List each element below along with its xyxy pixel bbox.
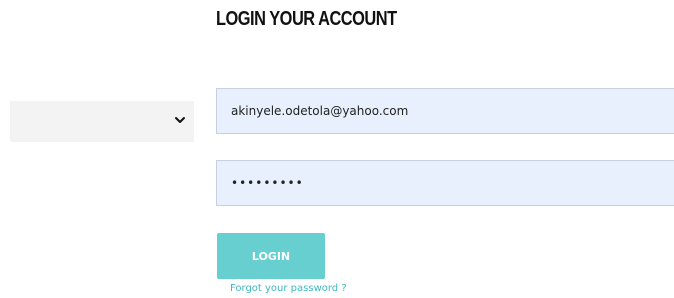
chevron-down-icon xyxy=(175,117,185,123)
page-title: LOGIN YOUR ACCOUNT xyxy=(216,8,397,30)
login-button[interactable]: LOGIN xyxy=(217,233,325,279)
password-field[interactable] xyxy=(216,160,674,206)
forgot-password-link[interactable]: Forgot your password ? xyxy=(230,283,347,294)
email-field[interactable] xyxy=(216,88,674,134)
account-type-select[interactable] xyxy=(10,101,194,142)
